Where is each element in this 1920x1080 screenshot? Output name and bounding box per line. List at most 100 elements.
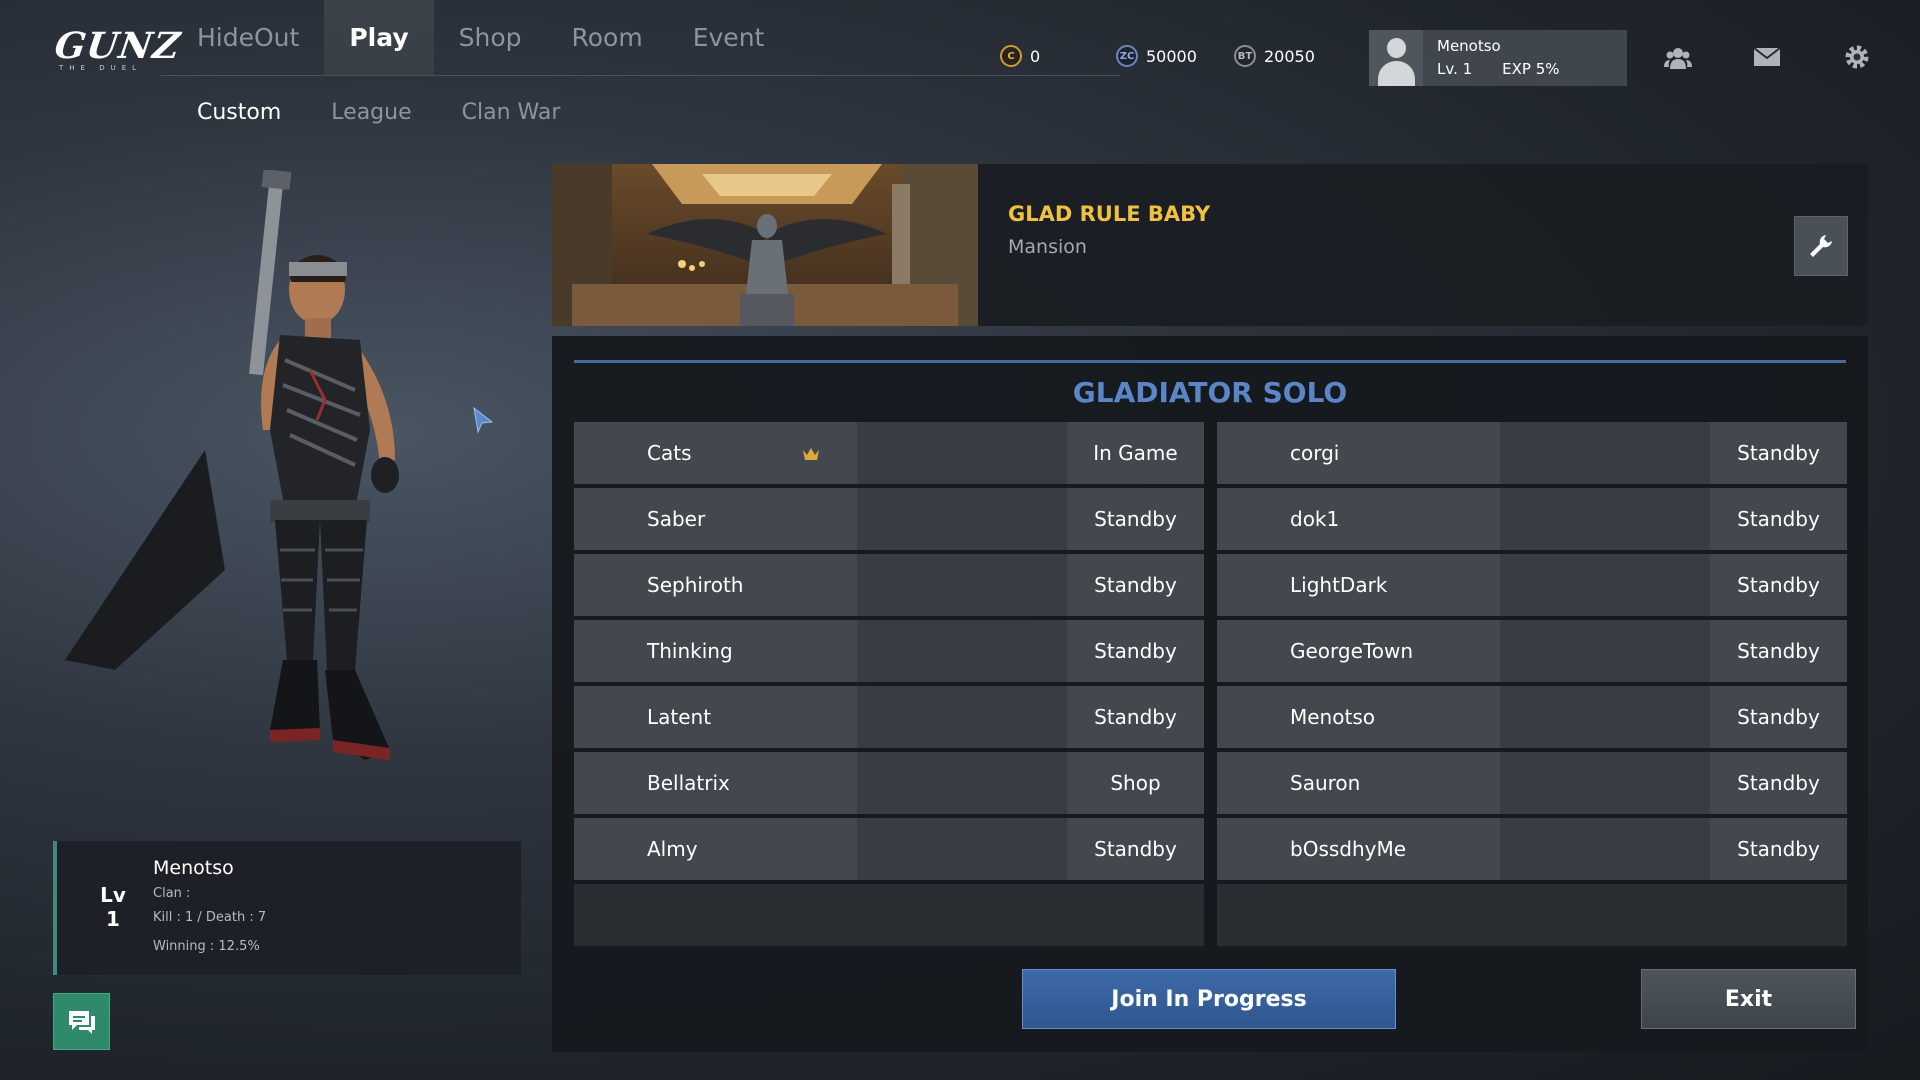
- profile-card[interactable]: Menotso Lv. 1 EXP 5%: [1369, 30, 1627, 86]
- player-name: Sauron: [1290, 771, 1361, 795]
- player-name: Saber: [647, 507, 706, 531]
- settings-gear-icon[interactable]: [1842, 42, 1872, 72]
- player-list-panel: GLADIATOR SOLO Cats In Game Saber Standb…: [552, 336, 1868, 1052]
- profile-level: Lv. 1: [1437, 60, 1473, 78]
- player-status: Standby: [1710, 686, 1847, 748]
- player-name: Sephiroth: [647, 573, 744, 597]
- player-status: Shop: [1067, 752, 1204, 814]
- player-slot[interactable]: LightDark Standby: [1217, 554, 1847, 616]
- c-coin-icon: C: [1000, 45, 1022, 67]
- player-stats-panel: Lv 1 Menotso Clan : Kill : 1 / Death : 7…: [53, 841, 521, 975]
- currency-bt: BT 20050: [1234, 45, 1315, 67]
- player-status: Standby: [1710, 620, 1847, 682]
- player-name: Thinking: [647, 639, 733, 663]
- level-label: Lv: [100, 883, 126, 907]
- level-box: Lv 1: [93, 883, 133, 931]
- mail-icon[interactable]: [1752, 42, 1782, 72]
- player-slot[interactable]: Saber Standby: [574, 488, 1204, 550]
- stats-winning: Winning : 12.5%: [153, 939, 260, 954]
- subtab-custom[interactable]: Custom: [172, 96, 306, 130]
- tab-play[interactable]: Play: [324, 0, 434, 75]
- chat-icon: [68, 1010, 95, 1034]
- stats-clan: Clan :: [153, 886, 191, 901]
- empty-slot[interactable]: [1217, 884, 1847, 946]
- currency-bt-value: 20050: [1264, 46, 1315, 66]
- room-settings-button[interactable]: [1794, 216, 1848, 276]
- profile-exp: EXP 5%: [1502, 60, 1560, 78]
- player-status: Standby: [1067, 818, 1204, 880]
- chat-button[interactable]: [53, 993, 110, 1050]
- room-map-name: Mansion: [1008, 236, 1087, 258]
- player-slot[interactable]: corgi Standby: [1217, 422, 1847, 484]
- currency-zc-value: 50000: [1146, 46, 1197, 66]
- character-model: [55, 169, 475, 810]
- tab-shop[interactable]: Shop: [434, 0, 547, 75]
- player-slot[interactable]: Latent Standby: [574, 686, 1204, 748]
- room-title: GLAD RULE BABY: [1008, 202, 1211, 226]
- player-status: Standby: [1067, 488, 1204, 550]
- stats-player-name: Menotso: [153, 857, 234, 879]
- player-slot[interactable]: bOssdhyMe Standby: [1217, 818, 1847, 880]
- player-status: Standby: [1710, 488, 1847, 550]
- player-name: Bellatrix: [647, 771, 730, 795]
- profile-info: Menotso Lv. 1 EXP 5%: [1423, 35, 1560, 81]
- currency-zc: ZC 50000: [1116, 45, 1197, 67]
- exit-button[interactable]: Exit: [1641, 969, 1856, 1029]
- join-in-progress-button[interactable]: Join In Progress: [1022, 969, 1396, 1029]
- currency-c: C 0: [1000, 45, 1040, 67]
- host-crown-icon: [802, 442, 820, 466]
- main-nav: HideOut Play Shop Room Event: [172, 0, 789, 75]
- player-name: LightDark: [1290, 573, 1388, 597]
- team-left-list: Cats In Game Saber Standby Sephiroth Sta…: [574, 422, 1204, 950]
- player-name: GeorgeTown: [1290, 639, 1413, 663]
- player-name: Almy: [647, 837, 698, 861]
- player-status: Standby: [1067, 620, 1204, 682]
- logo-text: GUNZ: [52, 25, 184, 67]
- profile-name: Menotso: [1437, 37, 1501, 55]
- mouse-cursor-icon: [472, 406, 494, 438]
- tab-room[interactable]: Room: [547, 0, 668, 75]
- game-mode-title: GLADIATOR SOLO: [1072, 376, 1348, 409]
- player-slot[interactable]: Menotso Standby: [1217, 686, 1847, 748]
- map-preview-image: [552, 164, 978, 326]
- bt-coin-icon: BT: [1234, 45, 1256, 67]
- player-status: Standby: [1710, 818, 1847, 880]
- player-name: Latent: [647, 705, 712, 729]
- nav-divider: [160, 75, 1120, 76]
- player-slot[interactable]: Bellatrix Shop: [574, 752, 1204, 814]
- player-status: Standby: [1067, 686, 1204, 748]
- player-status: Standby: [1710, 554, 1847, 616]
- subtab-clan-war[interactable]: Clan War: [437, 96, 586, 130]
- team-right-list: corgi Standby dok1 Standby LightDark Sta…: [1217, 422, 1847, 950]
- player-slot[interactable]: dok1 Standby: [1217, 488, 1847, 550]
- friends-icon[interactable]: [1663, 42, 1693, 72]
- player-slot[interactable]: Thinking Standby: [574, 620, 1204, 682]
- level-value: 1: [106, 907, 120, 931]
- empty-slot[interactable]: [574, 884, 1204, 946]
- player-status: Standby: [1067, 554, 1204, 616]
- player-name: bOssdhyMe: [1290, 837, 1407, 861]
- player-slot[interactable]: GeorgeTown Standby: [1217, 620, 1847, 682]
- player-slot[interactable]: Sephiroth Standby: [574, 554, 1204, 616]
- gunz-logo: GUNZ THE DUEL: [52, 25, 184, 74]
- stats-kill-death: Kill : 1 / Death : 7: [153, 910, 267, 925]
- wrench-icon: [1810, 235, 1832, 257]
- player-name: dok1: [1290, 507, 1340, 531]
- player-name: corgi: [1290, 441, 1340, 465]
- mode-divider: [574, 360, 1846, 363]
- tab-event[interactable]: Event: [668, 0, 790, 75]
- player-slot[interactable]: Almy Standby: [574, 818, 1204, 880]
- player-name: Menotso: [1290, 705, 1375, 729]
- subtab-league[interactable]: League: [306, 96, 436, 130]
- player-status: Standby: [1710, 422, 1847, 484]
- currency-c-value: 0: [1030, 46, 1041, 66]
- player-slot[interactable]: Cats In Game: [574, 422, 1204, 484]
- room-header: GLAD RULE BABY Mansion: [552, 164, 1868, 326]
- sub-nav: Custom League Clan War: [172, 96, 585, 130]
- player-status: Standby: [1710, 752, 1847, 814]
- tab-hideout[interactable]: HideOut: [172, 0, 324, 75]
- player-slot[interactable]: Sauron Standby: [1217, 752, 1847, 814]
- avatar-icon: [1369, 30, 1423, 86]
- zc-coin-icon: ZC: [1116, 45, 1138, 67]
- player-name: Cats: [647, 441, 692, 465]
